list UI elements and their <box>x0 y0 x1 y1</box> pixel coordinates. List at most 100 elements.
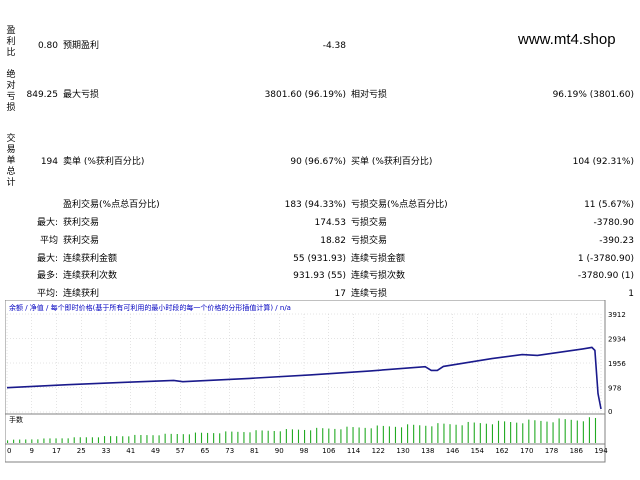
volume-bar <box>528 419 530 443</box>
volume-bar <box>310 430 312 443</box>
row-value-1: 18.82 <box>320 236 346 246</box>
x-tick-label: 98 <box>300 447 309 455</box>
y-tick-label: 3912 <box>608 311 626 319</box>
volume-bar <box>400 427 403 443</box>
profit-factor-side-label: 盈利比 <box>6 26 16 58</box>
volume-bar <box>358 427 360 443</box>
volume-bar <box>340 429 342 443</box>
balance-chart-svg: 余额 / 净值 / 每个即时价格(基于所有可利用的最小时段的每一个价格的分形插值… <box>4 299 626 463</box>
volume-bar <box>540 420 542 443</box>
row-label-2: 亏损交易 <box>351 218 388 228</box>
volume-bar <box>376 425 378 443</box>
x-tick-label: 154 <box>471 447 485 455</box>
x-tick-label: 65 <box>201 447 210 455</box>
volume-bar <box>73 437 75 443</box>
short-positions-value: 90 (96.67%) <box>290 157 346 167</box>
volume-bar <box>449 424 451 443</box>
volume-bar <box>479 423 481 443</box>
volume-bar <box>316 427 318 443</box>
volume-bar <box>134 434 136 443</box>
volume-bar <box>328 428 330 443</box>
lots-label: 手数 <box>9 415 23 424</box>
y-tick-label: 978 <box>608 385 621 393</box>
volume-bar <box>200 432 203 443</box>
volume-bar <box>110 436 112 443</box>
x-tick-label: 25 <box>77 447 86 455</box>
volume-bar <box>103 436 106 443</box>
volume-bar <box>279 431 281 443</box>
volume-bar <box>485 423 487 443</box>
watermark: www.mt4.shop <box>518 31 616 48</box>
x-tick-label: 178 <box>545 447 558 455</box>
row-label-2: 连续亏损 <box>351 289 388 299</box>
volume-bar <box>334 428 336 443</box>
volume-bar <box>146 435 148 443</box>
row-value-2: 1 (-3780.90) <box>577 254 634 264</box>
relative-drawdown-value: 96.19% (3801.60) <box>552 90 634 100</box>
row-value-1: 174.53 <box>314 218 347 228</box>
maximal-drawdown-label: 最大亏损 <box>63 90 100 100</box>
row-label-2: 亏损交易 <box>351 236 388 246</box>
row-value-1: 55 (931.93) <box>293 254 346 264</box>
volume-bar <box>152 435 154 443</box>
x-tick-label: 33 <box>102 447 111 455</box>
row-prefix: 最大: <box>36 254 58 264</box>
maximal-drawdown-value: 3801.60 (96.19%) <box>264 90 346 100</box>
volume-bar <box>546 421 548 443</box>
x-tick-label: 106 <box>322 447 336 455</box>
volume-bar <box>158 435 160 443</box>
row-value-1: 17 <box>334 289 346 299</box>
volume-bar <box>388 426 390 443</box>
x-tick-label: 0 <box>7 447 11 455</box>
volume-bar <box>461 425 463 443</box>
volume-bar <box>491 424 493 443</box>
volume-bar <box>267 430 269 443</box>
relative-drawdown-label: 相对亏损 <box>351 90 388 100</box>
x-tick-label: 81 <box>250 447 259 455</box>
volume-bar <box>31 439 33 443</box>
volume-bar <box>188 434 190 443</box>
x-tick-label: 57 <box>176 447 185 455</box>
volume-bar <box>455 424 457 443</box>
volume-bar <box>534 420 536 443</box>
volume-bar <box>285 429 287 443</box>
volume-bar <box>164 433 166 443</box>
volume-bar <box>558 418 560 443</box>
row-label-2: 连续亏损金额 <box>351 254 406 264</box>
volume-bar <box>219 433 221 443</box>
volume-bar <box>231 431 233 443</box>
balance-chart: 余额 / 净值 / 每个即时价格(基于所有可利用的最小时段的每一个价格的分形插值… <box>4 299 635 476</box>
volume-bar <box>504 421 506 443</box>
volume-bar <box>67 438 69 443</box>
row-value-2: -3780.90 <box>593 218 634 228</box>
volume-bar <box>128 436 130 443</box>
volume-bar <box>55 438 57 443</box>
row-prefix: 平均 <box>39 236 58 246</box>
volume-bar <box>582 421 584 443</box>
row-label-1: 连续获利次数 <box>63 271 118 281</box>
absolute-drawdown-side-label: 绝对亏损 <box>6 70 16 113</box>
y-tick-label: 1956 <box>608 360 626 368</box>
volume-bar <box>194 432 196 443</box>
volume-bar <box>516 422 518 443</box>
volume-bar <box>522 423 524 443</box>
x-tick-label: 162 <box>495 447 508 455</box>
volume-bar <box>255 430 257 443</box>
volume-bar <box>370 428 372 443</box>
x-tick-label: 146 <box>446 447 460 455</box>
volume-bar <box>49 438 51 443</box>
long-positions-label: 买单 (%获利百分比) <box>351 157 433 167</box>
volume-bar <box>273 431 275 443</box>
x-tick-label: 9 <box>30 447 34 455</box>
volume-bar <box>304 429 306 443</box>
volume-bar <box>431 426 433 443</box>
x-tick-label: 194 <box>594 447 608 455</box>
expected-payoff-value: -4.38 <box>322 41 346 51</box>
row-label-1: 连续获利金额 <box>63 254 118 264</box>
volume-bar <box>207 432 209 443</box>
volume-bar <box>13 439 15 443</box>
chart-header: 余额 / 净值 / 每个即时价格(基于所有可利用的最小时段的每一个价格的分形插值… <box>9 303 291 312</box>
expected-payoff-label: 预期盈利 <box>63 41 100 51</box>
volume-bar <box>467 421 469 443</box>
profit-trades-value: 183 (94.33%) <box>284 200 346 210</box>
